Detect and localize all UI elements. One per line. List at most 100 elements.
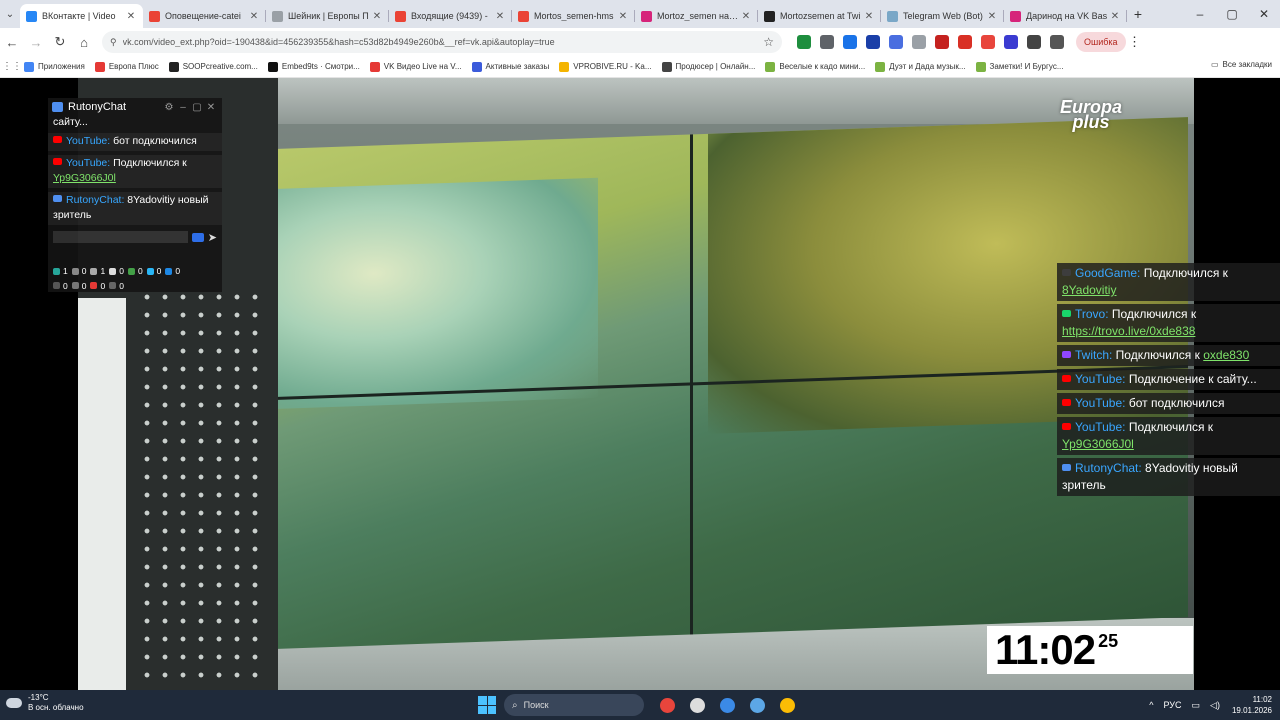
- new-tab-button[interactable]: +: [1127, 6, 1149, 22]
- extension-icon[interactable]: [957, 35, 972, 49]
- bookmark-item[interactable]: Активные заказы: [471, 61, 549, 72]
- tab-close-icon[interactable]: ✕: [371, 11, 383, 22]
- bookmark-item[interactable]: Европа Плюс: [94, 61, 159, 72]
- viewer-stat: 0: [165, 264, 180, 278]
- taskbar-app-icon[interactable]: [746, 694, 768, 716]
- tab-favicon-icon: [518, 10, 529, 22]
- volume-icon[interactable]: ◁): [1210, 700, 1220, 711]
- site-info-icon[interactable]: ⚲: [110, 37, 117, 48]
- bookmark-label: Европа Плюс: [108, 62, 159, 71]
- taskbar-app-icon[interactable]: [716, 694, 738, 716]
- send-icon[interactable]: ➤: [208, 231, 217, 244]
- taskbar-app-icon[interactable]: [686, 694, 708, 716]
- extension-icon[interactable]: [842, 35, 857, 49]
- rutony-chat-widget[interactable]: RutonyChat ⚙ – ▢ ✕ сайту... YouTube: бот…: [48, 98, 222, 292]
- browser-tab[interactable]: Даринод на VK Bas ✕: [1004, 4, 1127, 28]
- maximize-icon[interactable]: ▢: [1216, 0, 1248, 28]
- network-icon[interactable]: ▭: [1192, 700, 1201, 711]
- bookmark-item[interactable]: Дуэт и Дада музык...: [875, 61, 966, 72]
- tab-close-icon[interactable]: ✕: [617, 11, 629, 22]
- bookmark-item[interactable]: Заметки! И Бургус...: [975, 61, 1064, 72]
- tab-close-icon[interactable]: ✕: [740, 11, 752, 22]
- browser-tab[interactable]: Входящие (9439) - ✕: [389, 4, 512, 28]
- home-icon[interactable]: ⌂: [72, 28, 96, 56]
- bookmark-star-icon[interactable]: ☆: [763, 35, 774, 49]
- tab-favicon-icon: [149, 10, 160, 22]
- tab-close-icon[interactable]: ✕: [494, 11, 506, 22]
- browser-tab[interactable]: Оповещение-catei ✕: [143, 4, 266, 28]
- tab-close-icon[interactable]: ✕: [125, 11, 137, 22]
- reload-icon[interactable]: ↻: [48, 28, 72, 56]
- chat-link[interactable]: 8Yadovitiy: [1062, 283, 1116, 297]
- extension-icon[interactable]: [888, 35, 903, 49]
- platform-icon: [71, 267, 79, 275]
- bookmark-item[interactable]: VK Видео Live на V...: [369, 61, 462, 72]
- viewer-stat: 0: [71, 279, 86, 293]
- extension-icon[interactable]: [796, 35, 811, 49]
- bookmark-item[interactable]: Продюсер | Онлайн...: [661, 61, 755, 72]
- minimize-icon[interactable]: –: [176, 102, 190, 113]
- extension-icon[interactable]: [934, 35, 949, 49]
- language-indicator[interactable]: РУС: [1163, 700, 1181, 710]
- close-window-icon[interactable]: ✕: [1248, 0, 1280, 28]
- forward-icon[interactable]: →: [24, 28, 48, 56]
- chat-widget-header[interactable]: RutonyChat ⚙ – ▢ ✕: [48, 98, 222, 116]
- extension-icon[interactable]: [865, 35, 880, 49]
- tab-title: Mortoz_semen на VK: [657, 11, 740, 21]
- browser-tab[interactable]: Mortoz_semen на VK ✕: [635, 4, 758, 28]
- extension-icon[interactable]: [1026, 35, 1041, 49]
- extension-icon[interactable]: [1003, 35, 1018, 49]
- bookmark-item[interactable]: Веселые к кадо мини...: [765, 61, 865, 72]
- close-icon[interactable]: ✕: [204, 102, 218, 113]
- extension-icon[interactable]: [819, 35, 834, 49]
- tab-close-icon[interactable]: ✕: [248, 11, 260, 22]
- tab-close-icon[interactable]: ✕: [863, 11, 875, 22]
- bookmark-item[interactable]: Embed9ts · Смотри...: [267, 61, 360, 72]
- browser-tab[interactable]: Шейник | Европы П ✕: [266, 4, 389, 28]
- chat-input[interactable]: [53, 231, 188, 243]
- chat-source: YouTube:: [1075, 420, 1126, 434]
- taskbar-search[interactable]: ⌕ Поиск: [504, 694, 644, 716]
- bookmark-favicon-icon: [94, 61, 105, 72]
- chat-link[interactable]: oxde830: [1203, 348, 1249, 362]
- browser-tab[interactable]: Mortozsemen at Twi ✕: [758, 4, 881, 28]
- bookmark-item[interactable]: VPROBIVE.RU - Ka...: [559, 61, 652, 72]
- tab-favicon-icon: [395, 10, 406, 22]
- start-windows-icon[interactable]: [478, 696, 496, 714]
- tab-close-icon[interactable]: ✕: [986, 11, 998, 22]
- profile-error-button[interactable]: Ошибка: [1076, 32, 1126, 52]
- taskbar-app-icon[interactable]: [656, 694, 678, 716]
- browser-menu-icon[interactable]: ⋮: [1126, 34, 1144, 50]
- tray-expand-icon[interactable]: ^: [1149, 700, 1153, 710]
- maximize-icon[interactable]: ▢: [190, 102, 204, 113]
- cloud-icon: [6, 698, 22, 708]
- chat-link[interactable]: https://trovo.live/0xde838: [1062, 324, 1195, 338]
- minimize-icon[interactable]: –: [1184, 0, 1216, 28]
- weather-widget[interactable]: -13°C В осн. облачно: [6, 693, 84, 713]
- browser-tab[interactable]: Telegram Web (Bot) ✕: [881, 4, 1004, 28]
- overlay-message: YouTube: бот подключился: [1057, 393, 1280, 414]
- extension-icon[interactable]: [980, 35, 995, 49]
- tab-title: Telegram Web (Bot): [903, 11, 983, 21]
- bookmark-label: VK Видео Live на V...: [383, 62, 462, 71]
- tab-search-icon[interactable]: ⌄: [0, 0, 20, 28]
- browser-tab[interactable]: ВКонтакте | Video ✕: [20, 4, 143, 28]
- address-bar[interactable]: ⚲ vk.com/video_ext.php?oid=-190438&id=45…: [102, 31, 782, 53]
- back-icon[interactable]: ←: [0, 28, 24, 56]
- bookmark-favicon-icon: [471, 61, 482, 72]
- emoji-icon[interactable]: [191, 232, 204, 242]
- apps-grid-icon[interactable]: ⋮⋮: [0, 61, 24, 72]
- extension-icon[interactable]: [1049, 35, 1064, 49]
- taskbar-app-icon[interactable]: [776, 694, 798, 716]
- bookmark-item[interactable]: SOOPcreative.com...: [168, 61, 258, 72]
- tab-close-icon[interactable]: ✕: [1109, 11, 1121, 22]
- settings-gear-icon[interactable]: ⚙: [162, 102, 176, 113]
- chat-link[interactable]: Yp9G3066J0l: [53, 172, 116, 184]
- extension-icon[interactable]: [911, 35, 926, 49]
- taskbar-clock[interactable]: 11:02 19.01.2026: [1232, 694, 1272, 716]
- bookmark-favicon-icon: [24, 61, 34, 72]
- all-bookmarks-button[interactable]: ▭ Все закладки: [1211, 60, 1272, 69]
- chat-link[interactable]: Yp9G3066J0l: [1062, 437, 1134, 451]
- bookmark-item[interactable]: Приложения: [24, 61, 85, 72]
- browser-tab[interactable]: Mortos_semen-hms ✕: [512, 4, 635, 28]
